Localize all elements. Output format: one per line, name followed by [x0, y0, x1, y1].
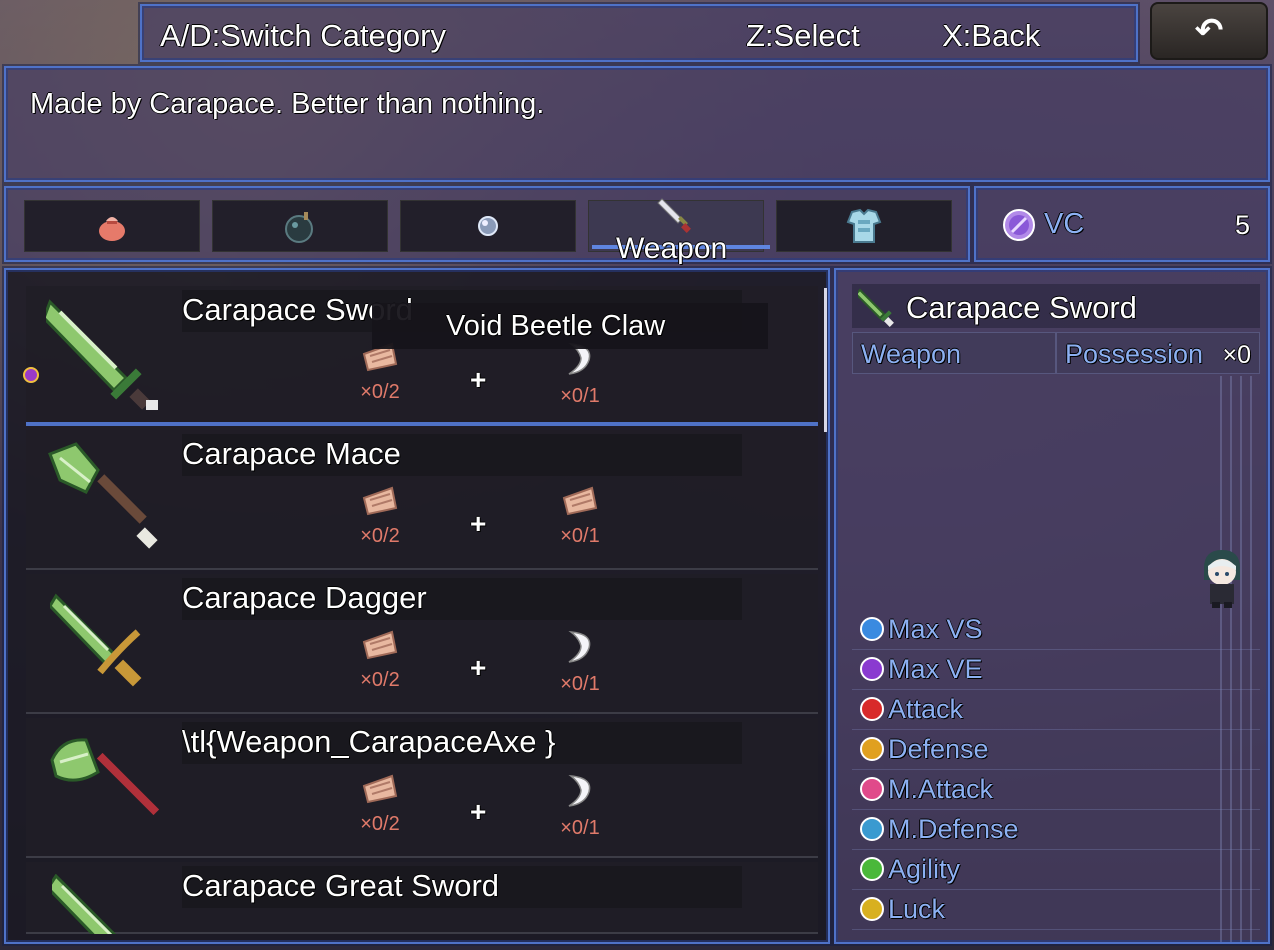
- carapace-plate-icon: [362, 774, 398, 804]
- material-count: ×0/1: [560, 673, 600, 695]
- control-hints-bar: A/D:Switch Category Z:Select X:Back: [140, 4, 1138, 62]
- scrollbar[interactable]: [824, 288, 827, 432]
- list-item[interactable]: Carapace Dagger ×0/2 + ×0/1: [26, 574, 818, 714]
- defense-icon: [860, 737, 884, 761]
- currency-label: VC: [1044, 208, 1085, 240]
- carapace-great-sword-icon: [52, 874, 117, 934]
- material-slot-2: ×0/1: [550, 630, 610, 696]
- stat-label: Agility: [888, 854, 961, 884]
- stat-m-defense: M.Defense: [852, 810, 1260, 850]
- hint-back: X:Back: [942, 18, 1041, 53]
- material-count: ×0/2: [360, 525, 400, 547]
- carapace-plate-icon: [562, 486, 598, 516]
- hint-select: Z:Select: [746, 18, 860, 53]
- list-item[interactable]: Carapace Great Sword: [26, 862, 818, 934]
- plus-sign: +: [470, 796, 487, 827]
- possession-value: ×0: [1222, 341, 1251, 369]
- stat-label: M.Defense: [888, 814, 1019, 844]
- material-slot-1: ×0/2: [350, 774, 410, 836]
- tab-bombs[interactable]: [212, 200, 388, 252]
- back-button[interactable]: ↶: [1150, 2, 1268, 60]
- material-slot-1: ×0/2: [350, 486, 410, 548]
- material-count: ×0/2: [360, 669, 400, 691]
- stat-max-ve: Max VE: [852, 650, 1260, 690]
- max-ve-icon: [860, 657, 884, 681]
- stat-label: M.Attack: [888, 774, 994, 804]
- material-tooltip: Void Beetle Claw: [372, 303, 768, 349]
- detail-item-name: Carapace Sword: [906, 290, 1137, 325]
- carapace-mace-icon: [48, 442, 158, 549]
- item-description: Made by Carapace. Better than nothing.: [30, 88, 545, 120]
- carapace-axe-icon: [50, 738, 160, 816]
- tab-orbs[interactable]: [400, 200, 576, 252]
- detail-possession-cell: Possession ×0: [1056, 332, 1260, 374]
- vc-coin-icon: [1003, 209, 1035, 241]
- recipe-name: \tl{Weapon_CarapaceAxe }: [182, 724, 556, 759]
- stat-defense: Defense: [852, 730, 1260, 770]
- detail-type-label: Weapon: [861, 339, 962, 369]
- stat-label: Attack: [888, 694, 964, 724]
- material-count: ×0/2: [360, 813, 400, 835]
- description-panel: Made by Carapace. Better than nothing.: [4, 66, 1270, 182]
- stat-label: Luck: [888, 894, 946, 924]
- pouch-icon: [99, 217, 125, 241]
- active-tab-label: Weapon: [616, 232, 728, 265]
- detail-type-cell: Weapon: [852, 332, 1056, 374]
- carapace-sword-icon: [46, 299, 158, 410]
- m-attack-icon: [860, 777, 884, 801]
- m-defense-icon: [860, 817, 884, 841]
- tab-items[interactable]: [24, 200, 200, 252]
- material-slot-2: ×0/1: [550, 774, 610, 840]
- carapace-sword-small-icon: [858, 288, 894, 327]
- plus-sign: +: [470, 508, 487, 539]
- currency-value: 5: [1234, 210, 1250, 240]
- material-slot-2: ×0/1: [550, 486, 610, 548]
- material-slot-1: ×0/2: [350, 630, 410, 692]
- plus-sign: +: [470, 364, 487, 395]
- possession-label: Possession: [1065, 339, 1204, 369]
- character-sprite: [1204, 550, 1240, 608]
- stat-max-vs: Max VS: [852, 610, 1260, 650]
- recipe-name: Carapace Dagger: [182, 580, 427, 615]
- cursor-gem-icon: [23, 367, 39, 383]
- currency-panel: VC 5: [974, 186, 1270, 262]
- attack-icon: [860, 697, 884, 721]
- luck-icon: [860, 897, 884, 921]
- material-count: ×0/1: [560, 817, 600, 839]
- stat-agility: Agility: [852, 850, 1260, 890]
- stat-label: Max VE: [888, 654, 983, 684]
- material-count: ×0/1: [560, 385, 600, 407]
- stat-m-attack: M.Attack: [852, 770, 1260, 810]
- recipe-list: Carapace Sword ×0/2 + ×0/1 Carapace Mace: [4, 268, 830, 944]
- item-detail-panel: Carapace Sword Weapon Possession ×0 Max …: [834, 268, 1270, 944]
- hint-switch-category: A/D:Switch Category: [160, 18, 446, 53]
- list-item[interactable]: \tl{Weapon_CarapaceAxe } ×0/2 + ×0/1: [26, 718, 818, 858]
- material-slot-1: ×0/2: [350, 342, 410, 404]
- carapace-plate-icon: [362, 486, 398, 516]
- recipe-name: Carapace Great Sword: [182, 868, 500, 903]
- stat-label: Defense: [888, 734, 989, 764]
- orb-icon: [478, 216, 498, 236]
- plus-sign: +: [470, 652, 487, 683]
- sword-icon: [657, 198, 691, 233]
- stat-label: Max VS: [888, 614, 983, 644]
- beetle-claw-icon: [568, 631, 591, 663]
- list-item[interactable]: Carapace Mace ×0/2 + ×0/1: [26, 430, 818, 570]
- stat-attack: Attack: [852, 690, 1260, 730]
- max-vs-icon: [860, 617, 884, 641]
- back-arrow-icon: ↶: [1194, 12, 1224, 50]
- bomb-icon: [285, 212, 313, 243]
- carapace-dagger-icon: [50, 593, 142, 687]
- material-count: ×0/2: [360, 381, 400, 403]
- stat-luck: Luck: [852, 890, 1260, 930]
- agility-icon: [860, 857, 884, 881]
- category-tabs: Weapon: [4, 186, 970, 265]
- carapace-plate-icon: [362, 630, 398, 660]
- material-count: ×0/1: [560, 525, 600, 547]
- recipe-name: Carapace Mace: [182, 436, 401, 471]
- armor-icon: [846, 208, 882, 243]
- material-slot-2: ×0/1: [550, 342, 610, 408]
- tab-armor[interactable]: [776, 200, 952, 252]
- beetle-claw-icon: [568, 775, 591, 807]
